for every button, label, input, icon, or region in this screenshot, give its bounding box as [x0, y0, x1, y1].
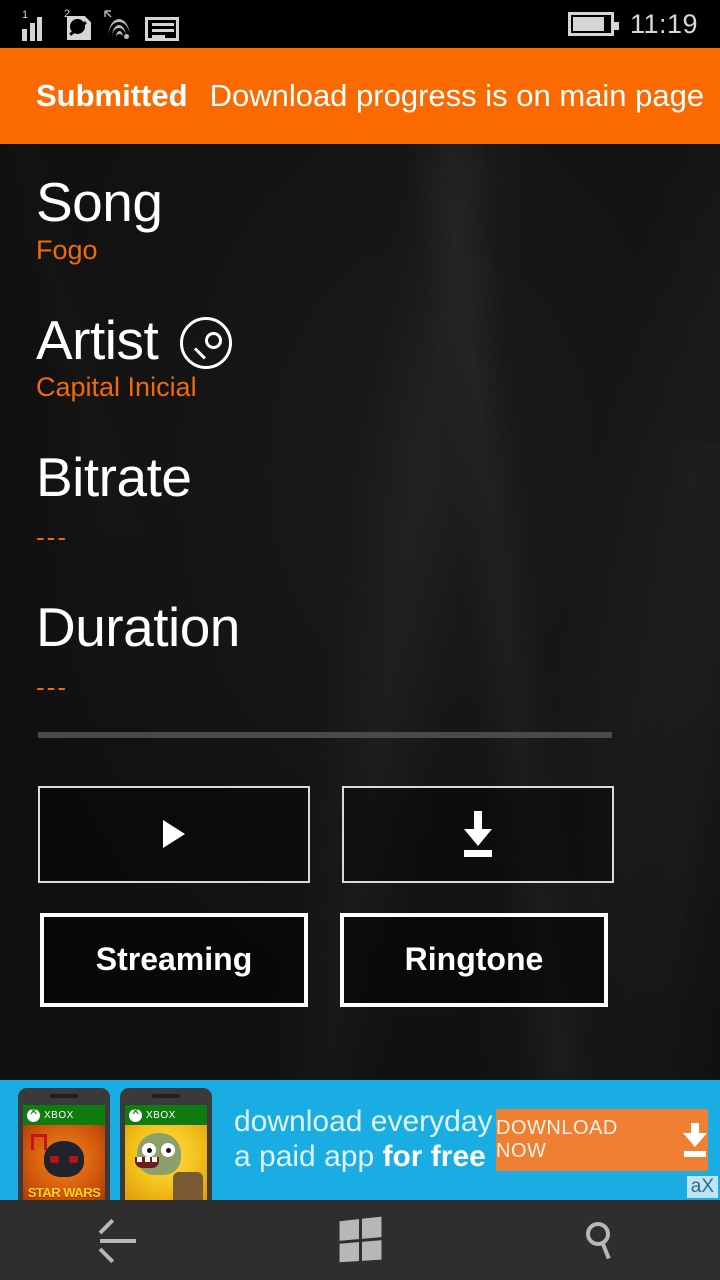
nav-back-button[interactable]	[0, 1200, 240, 1280]
mode-action-row: Streaming Ringtone	[0, 912, 720, 1007]
ad-provider-badge[interactable]: aX	[686, 1176, 718, 1198]
zombie-artwork	[125, 1125, 207, 1200]
streaming-button[interactable]: Streaming	[40, 912, 308, 1007]
nav-start-button[interactable]	[240, 1200, 480, 1280]
ad-cta-label: DOWNLOAD NOW	[496, 1117, 618, 1162]
track-info-fields: Song Fogo Artist Capital Inicial Bitrate…	[0, 144, 720, 702]
field-song: Song Fogo	[36, 171, 720, 265]
xbox-logo-icon-2	[129, 1107, 142, 1122]
ad-download-icon	[681, 1123, 708, 1157]
field-artist: Artist Capital Inicial	[36, 311, 720, 403]
xbox-logo-icon	[27, 1107, 40, 1122]
starwars-title: STAR WARS	[27, 1184, 101, 1200]
phone-screen: 1 2 11:19 Submitted Download progress is…	[0, 0, 720, 1280]
ad-banner[interactable]: XBOX STAR WARS XBOX	[0, 1080, 720, 1200]
sim2-number: 2	[64, 8, 71, 20]
sms-message-icon	[145, 17, 179, 41]
download-icon	[458, 811, 498, 858]
toast-title: Submitted	[36, 78, 188, 113]
media-action-row	[0, 785, 720, 883]
back-arrow-icon	[98, 1218, 140, 1264]
wifi-arrow-glyph	[104, 10, 112, 18]
xbox-badge-1: XBOX	[23, 1105, 105, 1125]
submitted-toast-banner[interactable]: Submitted Download progress is on main p…	[0, 48, 720, 144]
bitrate-label: Bitrate	[36, 446, 192, 509]
field-bitrate: Bitrate ---	[36, 446, 720, 552]
play-icon	[163, 820, 185, 849]
signal-bars-icon: 1	[22, 9, 56, 41]
signal-sim-number: 1	[22, 9, 29, 21]
artist-label: Artist	[36, 308, 159, 371]
main-content: Song Fogo Artist Capital Inicial Bitrate…	[0, 144, 720, 1080]
windows-start-icon	[339, 1216, 382, 1263]
status-bar-left-icons: 1 2	[0, 7, 179, 41]
play-button[interactable]	[38, 785, 310, 883]
search-icon	[582, 1220, 618, 1260]
field-duration: Duration ---	[36, 596, 720, 703]
ad-thumbnail-starwars: XBOX STAR WARS	[18, 1088, 110, 1200]
song-value: Fogo	[36, 234, 98, 265]
status-bar-right: 11:19	[567, 8, 720, 40]
song-label: Song	[36, 171, 163, 233]
status-bar: 1 2 11:19	[0, 0, 720, 48]
starwars-artwork: STAR WARS	[23, 1125, 105, 1200]
wifi-icon	[104, 10, 136, 41]
battery-icon	[567, 12, 619, 36]
toast-message: Download progress is on main page	[209, 78, 705, 113]
ad-thumbnail-zombie: XBOX	[120, 1088, 212, 1200]
nav-search-button[interactable]	[480, 1200, 720, 1280]
ad-line-2-normal: a paid app	[234, 1140, 383, 1173]
download-button[interactable]	[342, 785, 614, 883]
sim-data-icon: 2	[64, 9, 95, 41]
ad-line-1: download everyday	[234, 1105, 493, 1139]
ad-line-2: a paid app for free	[234, 1140, 493, 1175]
clock-time: 11:19	[629, 8, 698, 39]
ad-line-2-bold: for free	[382, 1140, 486, 1173]
xbox-badge-2: XBOX	[125, 1105, 207, 1125]
system-navigation-bar	[0, 1200, 720, 1280]
ringtone-button[interactable]: Ringtone	[340, 912, 608, 1007]
artist-search-icon[interactable]	[180, 317, 233, 370]
xbox-label-1: XBOX	[44, 1109, 74, 1121]
section-divider	[38, 731, 612, 738]
ad-thumbnails: XBOX STAR WARS XBOX	[0, 1080, 212, 1200]
ad-copy: download everyday a paid app for free	[234, 1105, 493, 1175]
duration-label: Duration	[36, 596, 240, 659]
duration-value: ---	[36, 672, 68, 703]
artist-value: Capital Inicial	[36, 372, 197, 403]
xbox-label-2: XBOX	[146, 1109, 176, 1121]
ad-download-now-button[interactable]: DOWNLOAD NOW	[496, 1109, 708, 1171]
bitrate-value: ---	[36, 521, 68, 552]
